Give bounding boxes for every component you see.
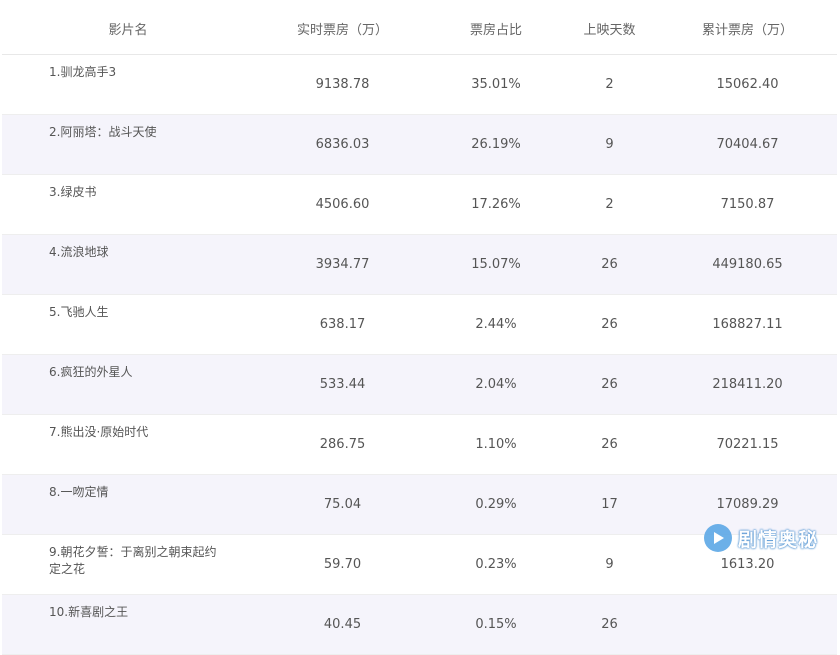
box-share-cell: 1.10% [431,414,561,475]
total-box-cell: 218411.20 [658,354,837,415]
box-share-cell: 35.01% [431,54,561,115]
table-body: 1.驯龙高手3 9138.78 35.01% 2 15062.40 2.阿丽塔：战斗天使 6… [2,54,837,655]
table-row[interactable]: 3.绿皮书 4506.60 17.26% 2 7150.87 [2,174,837,235]
header-movie-name[interactable]: 影片名 [2,2,254,55]
header-total-box[interactable]: 累计票房（万） [658,2,837,55]
box-share-cell: 17.26% [431,174,561,235]
box-share-cell: 26.19% [431,114,561,175]
movie-name-cell: 5.飞驰人生 [2,294,254,355]
movie-name-cell: 10.新喜剧之王 [2,594,254,655]
realtime-box-cell: 75.04 [254,474,431,535]
realtime-box-cell: 533.44 [254,354,431,415]
header-box-share[interactable]: 票房占比 [431,2,561,55]
realtime-box-cell: 59.70 [254,534,431,595]
watermark-text: 剧情奥秘 [737,528,818,551]
movie-name-cell: 9.朝花夕誓：于离别之朝束起约定之花 [2,534,254,595]
days-showing-cell: 2 [561,54,658,115]
total-box-cell: 70404.67 [658,114,837,175]
movie-name-cell: 7.熊出没·原始时代 [2,414,254,475]
days-showing-cell: 26 [561,414,658,475]
table-row[interactable]: 5.飞驰人生 638.17 2.44% 26 168827.11 [2,294,837,355]
days-showing-cell: 9 [561,534,658,595]
movie-name-cell: 2.阿丽塔：战斗天使 [2,114,254,175]
days-showing-cell: 2 [561,174,658,235]
table-row[interactable]: 6.疯狂的外星人 533.44 2.04% 26 218411.20 [2,354,837,415]
table-row[interactable]: 4.流浪地球 3934.77 15.07% 26 449180.65 [2,234,837,295]
days-showing-cell: 26 [561,354,658,415]
days-showing-cell: 9 [561,114,658,175]
table-row[interactable]: 10.新喜剧之王 40.45 0.15% 26 [2,594,837,655]
total-box-cell: 168827.11 [658,294,837,355]
movie-name-cell: 1.驯龙高手3 [2,54,254,115]
box-share-cell: 0.29% [431,474,561,535]
movie-name-cell: 6.疯狂的外星人 [2,354,254,415]
box-share-cell: 2.44% [431,294,561,355]
table-row[interactable]: 2.阿丽塔：战斗天使 6836.03 26.19% 9 70404.67 [2,114,837,175]
header-realtime-box[interactable]: 实时票房（万） [254,2,431,55]
table-row[interactable]: 7.熊出没·原始时代 286.75 1.10% 26 70221.15 [2,414,837,475]
total-box-cell [658,594,837,655]
movie-name-cell: 3.绿皮书 [2,174,254,235]
box-share-cell: 0.15% [431,594,561,655]
box-share-cell: 0.23% [431,534,561,595]
days-showing-cell: 17 [561,474,658,535]
box-share-cell: 15.07% [431,234,561,295]
total-box-cell: 70221.15 [658,414,837,475]
realtime-box-cell: 9138.78 [254,54,431,115]
box-office-table: 影片名 实时票房（万） 票房占比 上映天数 累计票房（万） 1.驯龙高手3 913… [2,2,837,655]
days-showing-cell: 26 [561,234,658,295]
days-showing-cell: 26 [561,294,658,355]
box-share-cell: 2.04% [431,354,561,415]
total-box-cell: 7150.87 [658,174,837,235]
realtime-box-cell: 4506.60 [254,174,431,235]
watermark: 剧情奥秘 [703,524,818,552]
realtime-box-cell: 6836.03 [254,114,431,175]
movie-name-cell: 4.流浪地球 [2,234,254,295]
table-row[interactable]: 1.驯龙高手3 9138.78 35.01% 2 15062.40 [2,54,837,115]
realtime-box-cell: 638.17 [254,294,431,355]
realtime-box-cell: 3934.77 [254,234,431,295]
header-days-showing[interactable]: 上映天数 [561,2,658,55]
days-showing-cell: 26 [561,594,658,655]
table-header-row: 影片名 实时票房（万） 票房占比 上映天数 累计票房（万） [2,2,837,55]
total-box-cell: 15062.40 [658,54,837,115]
total-box-cell: 449180.65 [658,234,837,295]
play-circle-icon [703,524,732,552]
realtime-box-cell: 40.45 [254,594,431,655]
realtime-box-cell: 286.75 [254,414,431,475]
movie-name-cell: 8.一吻定情 [2,474,254,535]
